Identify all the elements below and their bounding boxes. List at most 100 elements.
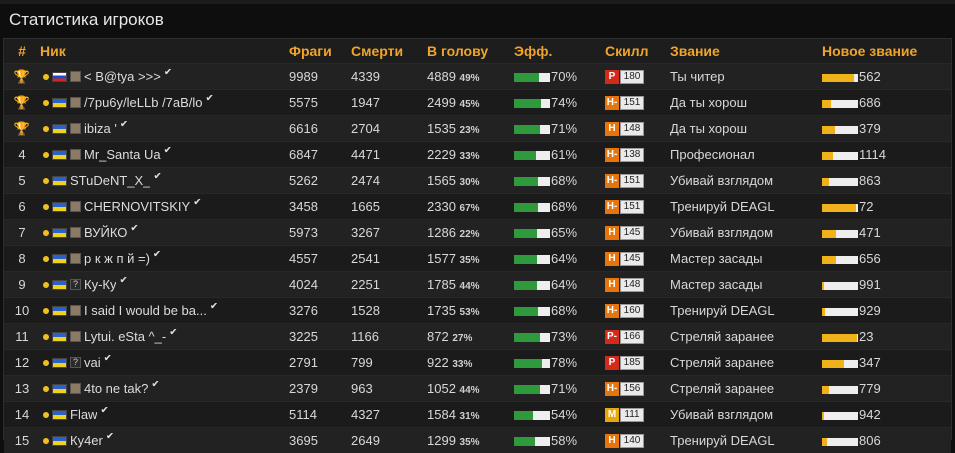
next-rank-cell: 23 <box>822 324 951 350</box>
efficiency-value: 64% <box>551 277 577 292</box>
skill-letter: H <box>605 226 619 240</box>
next-rank-progress-bar <box>822 360 858 368</box>
next-rank-progress-fill <box>822 308 825 316</box>
player-nick-cell[interactable]: ВУЙКО✔ <box>40 220 289 246</box>
rank-position: 12 <box>4 350 40 376</box>
next-rank-cell: 562 <box>822 64 951 90</box>
player-nick-cell[interactable]: STuDeNT_X_✔ <box>40 168 289 194</box>
efficiency-value: 78% <box>551 355 577 370</box>
table-row[interactable]: 134to ne tak?✔23799631052 44%71%H-156Стр… <box>4 376 951 402</box>
next-rank-points: 379 <box>859 121 881 136</box>
player-nick-cell[interactable]: < B@tya >>>✔ <box>40 64 289 90</box>
col-header-frags[interactable]: Фраги <box>289 39 351 64</box>
skill-cell: P185 <box>605 350 670 376</box>
player-nick[interactable]: vai <box>84 355 101 370</box>
player-nick[interactable]: CHERNOVITSKIY <box>84 199 190 214</box>
table-row[interactable]: 🏆/7pu6y/leLLb /7aB/lo✔557519472499 45%74… <box>4 90 951 116</box>
player-nick[interactable]: ibiza ' <box>84 121 117 136</box>
player-nick-cell[interactable]: ibiza '✔ <box>40 116 289 142</box>
player-nick-cell[interactable]: I said I would be ba...✔ <box>40 298 289 324</box>
player-nick[interactable]: /7pu6y/leLLb /7aB/lo <box>84 95 203 110</box>
checkmark-icon: ✔ <box>153 173 161 182</box>
col-header-nick[interactable]: Ник <box>40 39 289 64</box>
next-rank-cell: 347 <box>822 350 951 376</box>
col-header-deaths[interactable]: Смерти <box>351 39 427 64</box>
col-header-headshots[interactable]: В голову <box>427 39 514 64</box>
efficiency-cell: 64% <box>514 272 605 298</box>
rank-title: Тренируй DEAGL <box>670 194 822 220</box>
player-nick-cell[interactable]: ?vai✔ <box>40 350 289 376</box>
frags-value: 2379 <box>289 376 351 402</box>
next-rank-progress-bar <box>822 386 858 394</box>
player-nick[interactable]: I said I would be ba... <box>84 303 207 318</box>
player-nick[interactable]: Mr_Santa Ua <box>84 147 161 162</box>
player-nick-cell[interactable]: ?Ку-Ку✔ <box>40 272 289 298</box>
player-nick-cell[interactable]: 4to ne tak?✔ <box>40 376 289 402</box>
efficiency-value: 74% <box>551 95 577 110</box>
rank-title: Да ты хорош <box>670 90 822 116</box>
table-row[interactable]: 15Ку4er✔369526491299 35%58%H140Тренируй … <box>4 428 951 453</box>
efficiency-bar <box>514 177 550 186</box>
skill-badge: H-156 <box>605 382 644 396</box>
headshots-value: 2330 <box>427 199 456 214</box>
player-nick[interactable]: < B@tya >>> <box>84 69 161 84</box>
frags-value: 3225 <box>289 324 351 350</box>
next-rank-cell: 929 <box>822 298 951 324</box>
col-header-skill[interactable]: Скилл <box>605 39 670 64</box>
rank-position: 6 <box>4 194 40 220</box>
checkmark-icon: ✔ <box>104 355 112 364</box>
table-row[interactable]: 4Mr_Santa Ua✔684744712229 33%61%H-138Про… <box>4 142 951 168</box>
player-nick[interactable]: 4to ne tak? <box>84 381 148 396</box>
player-nick-cell[interactable]: /7pu6y/leLLb /7aB/lo✔ <box>40 90 289 116</box>
rank-position: 🏆 <box>4 116 40 142</box>
rank-position: 14 <box>4 402 40 428</box>
headshots-value: 1286 <box>427 225 456 240</box>
skill-cell: H145 <box>605 246 670 272</box>
headshots-percent: 44% <box>460 281 480 292</box>
headshots-cell: 1286 22% <box>427 220 514 246</box>
player-nick[interactable]: ВУЙКО <box>84 225 127 240</box>
player-nick-cell[interactable]: Ку4er✔ <box>40 428 289 453</box>
table-row[interactable]: 8р к ж п й =)✔455725411577 35%64%H145Мас… <box>4 246 951 272</box>
player-nick[interactable]: Ку-Ку <box>84 277 116 292</box>
table-row[interactable]: 6CHERNOVITSKIY✔345816652330 67%68%H-151Т… <box>4 194 951 220</box>
table-row[interactable]: 🏆< B@tya >>>✔998943394889 49%70%P180Ты ч… <box>4 64 951 90</box>
efficiency-bar <box>514 125 550 134</box>
ukraine-flag-icon <box>52 254 67 264</box>
table-row[interactable]: 11Lytui. eSta ^_-✔32251166872 27%73%P-16… <box>4 324 951 350</box>
checkmark-icon: ✔ <box>206 95 214 104</box>
efficiency-cell: 68% <box>514 298 605 324</box>
player-avatar-icon: ? <box>70 279 81 290</box>
col-header-num[interactable]: # <box>4 39 40 64</box>
player-nick[interactable]: Flaw <box>70 407 97 422</box>
headshots-cell: 2499 45% <box>427 90 514 116</box>
table-row[interactable]: 5STuDeNT_X_✔526224741565 30%68%H-151Убив… <box>4 168 951 194</box>
table-row[interactable]: 12?vai✔2791799922 33%78%P185Стреляй зара… <box>4 350 951 376</box>
table-row[interactable]: 14Flaw✔511443271584 31%54%M111Убивай взг… <box>4 402 951 428</box>
ukraine-flag-icon <box>52 306 67 316</box>
ukraine-flag-icon <box>52 176 67 186</box>
player-nick-cell[interactable]: CHERNOVITSKIY✔ <box>40 194 289 220</box>
next-rank-progress-fill <box>822 230 836 238</box>
skill-letter: H- <box>605 96 619 110</box>
headshots-value: 922 <box>427 355 449 370</box>
player-nick[interactable]: STuDeNT_X_ <box>70 173 150 188</box>
player-nick-cell[interactable]: Flaw✔ <box>40 402 289 428</box>
player-nick[interactable]: Lytui. eSta ^_- <box>84 329 166 344</box>
col-header-eff[interactable]: Эфф. <box>514 39 605 64</box>
table-row[interactable]: 7ВУЙКО✔597332671286 22%65%H145Убивай взг… <box>4 220 951 246</box>
player-nick-cell[interactable]: р к ж п й =)✔ <box>40 246 289 272</box>
checkmark-icon: ✔ <box>153 251 161 260</box>
player-nick[interactable]: р к ж п й =) <box>84 251 150 266</box>
next-rank-progress-fill <box>822 204 856 212</box>
player-nick-cell[interactable]: Lytui. eSta ^_-✔ <box>40 324 289 350</box>
col-header-rank[interactable]: Звание <box>670 39 822 64</box>
deaths-value: 2474 <box>351 168 427 194</box>
efficiency-bar-fill <box>514 437 535 446</box>
checkmark-icon: ✔ <box>169 329 177 338</box>
table-row[interactable]: 9?Ку-Ку✔402422511785 44%64%H148Мастер за… <box>4 272 951 298</box>
table-row[interactable]: 🏆ibiza '✔661627041535 23%71%H148Да ты хо… <box>4 116 951 142</box>
col-header-next-rank[interactable]: Новое звание <box>822 39 951 64</box>
player-nick-cell[interactable]: Mr_Santa Ua✔ <box>40 142 289 168</box>
table-row[interactable]: 10I said I would be ba...✔327615281735 5… <box>4 298 951 324</box>
